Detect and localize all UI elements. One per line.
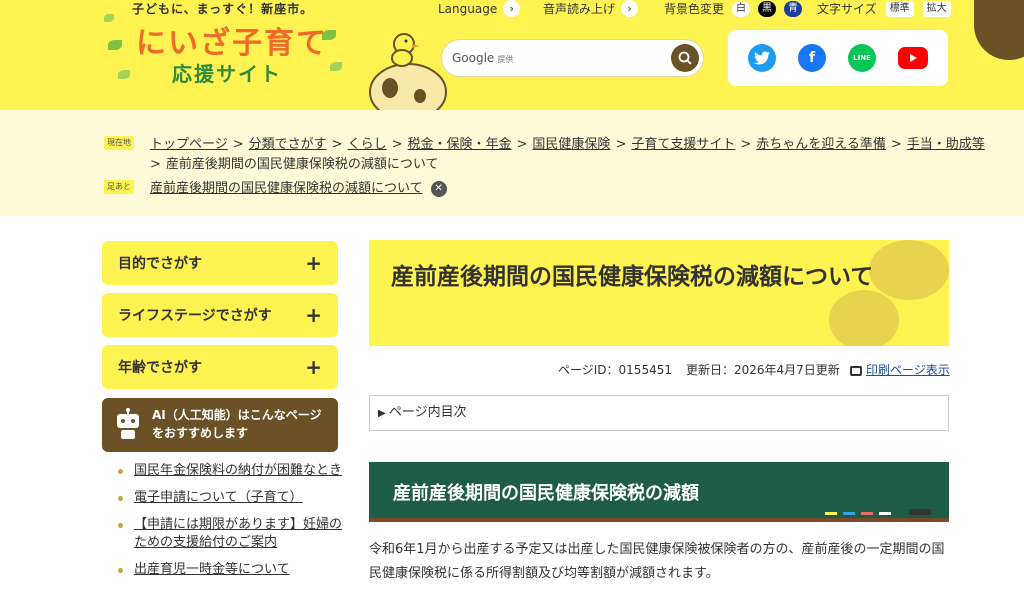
breadcrumb-link[interactable]: 子育て支援サイト <box>631 137 735 152</box>
leaf-decoration <box>118 70 130 79</box>
logo-tagline: 子どもに、まっすぐ！新座市。 <box>132 2 314 16</box>
page-id: ページID：0155451 <box>558 363 672 377</box>
site-header: 子どもに、まっすぐ！新座市。 にいざ子育て 応援サイト Language › 音… <box>0 0 1024 110</box>
bgcolor-blue-button[interactable]: 青 <box>784 0 803 17</box>
fontsize-group: 文字サイズ 標準 拡大 <box>817 0 951 17</box>
close-icon[interactable]: ✕ <box>430 180 447 197</box>
breadcrumb-link[interactable]: 税金・保険・年金 <box>408 137 512 152</box>
chalk-decoration <box>843 512 855 515</box>
decoration-shape <box>829 290 899 346</box>
list-item: 出産育児一時金等について <box>118 561 342 579</box>
breadcrumb-link[interactable]: 分類でさがす <box>249 137 327 152</box>
ai-recommend-text: AI（人工知能）はこんなページをおすすめします <box>152 408 322 440</box>
printer-icon <box>850 365 862 376</box>
chalk-decoration <box>861 512 873 515</box>
section-heading: 産前産後期間の国民健康保険税の減額 <box>393 483 699 504</box>
chalk-decoration <box>879 512 891 515</box>
chevron-right-icon: › <box>621 0 639 17</box>
section-heading-board: 産前産後期間の国民健康保険税の減額 <box>369 462 949 522</box>
list-item: 【申請には期限があります】妊婦のための支援給付のご案内 <box>118 516 342 552</box>
leaf-decoration <box>108 40 122 50</box>
footprint-label: 足あと <box>104 180 134 194</box>
breadcrumb-link[interactable]: 国民健康保険 <box>532 137 610 152</box>
page-title: 産前産後期間の国民健康保険税の減額について <box>391 264 874 290</box>
chevron-right-icon: › <box>503 0 521 17</box>
print-label: 印刷ページ表示 <box>866 363 950 377</box>
accordion-purpose[interactable]: 目的でさがす + <box>102 241 338 285</box>
breadcrumb-current-line: > 産前産後期間の国民健康保険税の減額について <box>150 157 439 172</box>
accordion-label: 目的でさがす <box>118 256 202 272</box>
search-icon <box>678 51 692 65</box>
plus-icon: + <box>305 303 322 327</box>
facebook-icon[interactable]: f <box>798 44 826 72</box>
decoration-shape <box>974 0 1024 60</box>
accordion-age[interactable]: 年齢でさがす + <box>102 345 338 389</box>
sns-links: f LINE <box>728 30 948 86</box>
breadcrumb-area: 現在地 トップページ > 分類でさがす > くらし > 税金・保険・年金 > 国民健康保険 > 子育… <box>0 110 1024 216</box>
plus-icon: + <box>305 355 322 379</box>
search-box: Google 提供 <box>441 39 704 77</box>
bgcolor-black-button[interactable]: 黒 <box>758 0 777 17</box>
bgcolor-white-button[interactable]: 白 <box>732 0 751 17</box>
fontsize-large-button[interactable]: 拡大 <box>922 0 951 17</box>
search-button[interactable] <box>671 44 699 72</box>
breadcrumb-link[interactable]: 赤ちゃんを迎える準備 <box>756 137 886 152</box>
breadcrumb-link[interactable]: くらし <box>348 137 387 152</box>
ai-recommend-panel: AI（人工知能）はこんなページをおすすめします <box>102 398 338 452</box>
language-button[interactable]: Language › <box>438 0 521 17</box>
plus-icon: + <box>305 251 322 275</box>
voice-label: 音声読み上げ <box>543 2 616 16</box>
toc-label: ページ内目次 <box>388 405 467 420</box>
accordion-lifestage[interactable]: ライフステージでさがす + <box>102 293 338 337</box>
fontsize-label: 文字サイズ <box>817 2 877 16</box>
leaf-decoration <box>104 14 114 22</box>
accordion-label: 年齢でさがす <box>118 360 202 376</box>
accordion-label: ライフステージでさがす <box>118 308 272 324</box>
list-item: 電子申請について（子育て） <box>118 489 342 507</box>
list-item: 国民年金保険料の納付が困難なとき <box>118 462 342 480</box>
current-location-label: 現在地 <box>104 136 134 150</box>
logo-subtitle: 応援サイト <box>172 62 282 86</box>
voice-reader-button[interactable]: 音声読み上げ › <box>543 0 639 17</box>
search-brand: Google 提供 <box>452 51 514 65</box>
recommend-link[interactable]: 電子申請について（子育て） <box>134 490 303 505</box>
triangle-right-icon: ▶ <box>378 408 389 419</box>
breadcrumb: トップページ > 分類でさがす > くらし > 税金・保険・年金 > 国民健康保険 > 子育て支援サ… <box>150 137 985 152</box>
print-link[interactable]: 印刷ページ表示 <box>850 361 950 378</box>
recommend-list: 国民年金保険料の納付が困難なとき 電子申請について（子育て） 【申請には期限があ… <box>118 462 342 588</box>
youtube-icon[interactable] <box>898 47 928 69</box>
recommend-link[interactable]: 国民年金保険料の納付が困難なとき <box>134 463 342 478</box>
bgcolor-group: 背景色変更 白 黒 青 <box>664 0 803 17</box>
footprint-line: 産前産後期間の国民健康保険税の減額について ✕ <box>150 177 447 197</box>
search-input[interactable] <box>512 48 662 70</box>
leaf-decoration <box>330 62 342 71</box>
recommend-link[interactable]: 出産育児一時金等について <box>134 562 290 577</box>
twitter-icon[interactable] <box>748 44 776 72</box>
logo-title: にいざ子育て <box>136 26 328 61</box>
page-title-box: 産前産後期間の国民健康保険税の減額について <box>369 240 949 346</box>
eraser-decoration <box>909 509 931 515</box>
chalk-decoration <box>825 512 837 515</box>
toc-toggle[interactable]: ▶ ページ内目次 <box>369 395 949 431</box>
line-icon[interactable]: LINE <box>848 44 876 72</box>
recommend-link[interactable]: 【申請には期限があります】妊婦のための支援給付のご案内 <box>134 517 342 550</box>
footprint-link[interactable]: 産前産後期間の国民健康保険税の減額について <box>150 181 423 196</box>
updated-date: 更新日：2026年4月7日更新 <box>686 363 840 377</box>
robot-icon <box>117 408 139 439</box>
breadcrumb-link[interactable]: トップページ <box>150 137 228 152</box>
breadcrumb-link[interactable]: 手当・助成等 <box>907 137 985 152</box>
fontsize-standard-button[interactable]: 標準 <box>885 0 914 17</box>
body-paragraph: 令和6年1月から出産する予定又は出産した国民健康保険被保険者の方の、産前産後の一… <box>369 542 945 581</box>
language-label: Language <box>438 1 498 16</box>
breadcrumb-current: 産前産後期間の国民健康保険税の減額について <box>165 157 439 172</box>
bgcolor-label: 背景色変更 <box>664 2 725 16</box>
mascot-illustration <box>369 33 447 110</box>
